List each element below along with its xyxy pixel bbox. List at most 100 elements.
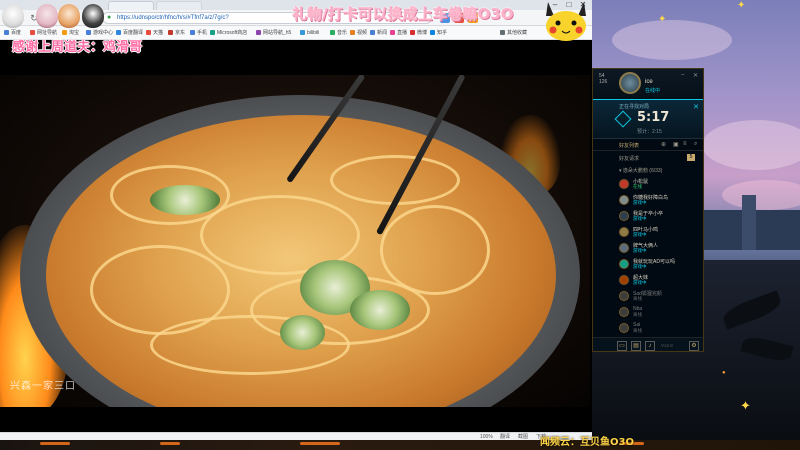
friend-item[interactable]: 我就玩玩AD可以吗 游戏中: [593, 257, 703, 271]
green-onion: [150, 185, 220, 215]
friend-item[interactable]: 小松鼠 在线: [593, 177, 703, 191]
friend-avatar: [619, 195, 629, 205]
friend-item[interactable]: 超大妹 游戏中: [593, 273, 703, 287]
friend-status: 离线: [633, 296, 642, 301]
pikachu-sticker: [546, 2, 586, 41]
friend-status: 离线: [633, 328, 642, 333]
butterfly-icon: ✦: [740, 398, 751, 413]
friend-status: 游戏中: [633, 216, 647, 221]
streamer-avatars: [0, 0, 110, 32]
friend-item[interactable]: Nba 离线: [593, 305, 703, 319]
minimize-icon[interactable]: –: [681, 72, 684, 78]
avatar: [2, 4, 24, 28]
thanks-banner: 感谢上周道夫：鸡滑哥: [12, 40, 143, 55]
friend-requests[interactable]: 好友请求 5: [593, 152, 703, 164]
avatar: [82, 4, 104, 28]
noodle: [380, 205, 490, 295]
queue-label: 正在寻找对局: [619, 104, 650, 110]
bookmark-item[interactable]: 知乎: [430, 29, 447, 37]
friend-item[interactable]: 我是于卒小卒 游戏中: [593, 209, 703, 223]
profile-name: ice: [645, 79, 653, 85]
voice-icon[interactable]: ♪: [645, 341, 655, 351]
notifications-icon[interactable]: ▤: [631, 341, 641, 351]
client-footer: ▭ ▤ ♪ V12.8 ⚙: [593, 337, 703, 351]
friends-title: 好友列表: [619, 143, 640, 149]
bookmark-item[interactable]: 手机: [190, 29, 207, 37]
sort-icon[interactable]: ≡: [683, 141, 687, 147]
friend-item[interactable]: Sad狐狸完颜 离线: [593, 289, 703, 303]
friend-avatar: [619, 307, 629, 317]
ember: [40, 442, 70, 445]
level-indicator: 54 126: [599, 73, 608, 85]
friend-requests-label: 好友请求: [619, 156, 640, 162]
bookmark-item[interactable]: 微博: [410, 29, 427, 37]
status-bar: 100% 翻译 截图 下载: [0, 432, 592, 440]
browser-tab[interactable]: [156, 1, 202, 10]
avatar: [36, 4, 58, 28]
streamer-id-banner: 闻频云：互贝鱼O3O: [540, 437, 634, 448]
friend-status: 游戏中: [633, 248, 647, 253]
add-friend-icon[interactable]: ⊕: [661, 141, 666, 148]
profile-header: 54 126 ice 在线中 – ✕: [593, 69, 703, 99]
video-watermark: 兴森一家三口: [10, 381, 76, 392]
friend-avatar: [619, 179, 629, 189]
profile-avatar[interactable]: [619, 72, 641, 94]
client-version: V12.8: [661, 343, 673, 348]
bookmark-item[interactable]: 网站导航_h5: [256, 29, 291, 37]
green-onion: [280, 315, 325, 350]
queue-icon: [614, 110, 632, 128]
cloud: [702, 120, 800, 170]
settings-icon[interactable]: ⚙: [689, 341, 699, 351]
friend-group-label: ▾ 逸朵大鹏勃 (6/33): [619, 168, 663, 174]
friend-item[interactable]: 你糖我好障白鸟 游戏中: [593, 193, 703, 207]
friend-avatar: [619, 275, 629, 285]
lol-friends-panel: 54 126 ice 在线中 – ✕ 正在寻找对局 ✕ 5:17 预计：2:15 …: [592, 68, 704, 352]
queue-timer: 5:17: [637, 110, 670, 125]
bookmark-item[interactable]: 视频: [350, 29, 367, 37]
bookmark-item[interactable]: 天猫: [146, 29, 163, 37]
browser-window: – □ ✕ ‹ › ↻ ⌂ ● https://udnspo/ctr/hfnc/…: [0, 0, 592, 450]
url-text: https://udnspo/ctr/hfnc/h/s/#Tfnf7a/z/7g…: [117, 15, 229, 21]
friend-item[interactable]: Sai 离线: [593, 321, 703, 335]
butterfly-icon: ✦: [658, 14, 667, 25]
friend-status: 游戏中: [633, 264, 647, 269]
add-folder-icon[interactable]: ▣: [673, 141, 679, 148]
page-background: [0, 407, 592, 432]
browser-tab[interactable]: [108, 1, 154, 10]
butterfly-icon: ✦: [737, 0, 746, 11]
friend-avatar: [619, 211, 629, 221]
friend-group[interactable]: ▾ 逸朵大鹏勃 (6/33): [593, 165, 703, 175]
chat-icon[interactable]: ▭: [617, 341, 627, 351]
bookmark-item[interactable]: 直播: [390, 29, 407, 37]
search-icon[interactable]: ⌕: [694, 141, 697, 148]
friend-status: 游戏中: [633, 200, 647, 205]
profile-status[interactable]: 在线中: [645, 87, 660, 94]
bookmark-item[interactable]: Microsoft商店: [210, 29, 247, 37]
friend-status: 游戏中: [633, 280, 647, 285]
queue-status: 正在寻找对局 ✕ 5:17 预计：2:15: [593, 99, 703, 139]
friend-item[interactable]: 四叶马小鸣 游戏中: [593, 225, 703, 239]
friend-status: 离线: [633, 312, 642, 317]
video-player[interactable]: 兴森一家三口: [0, 75, 590, 407]
bookmark-item[interactable]: 新闻: [370, 29, 387, 37]
gift-banner: 礼物/打卡可以换成上车卷嘛O3O: [292, 5, 514, 23]
cloud: [722, 180, 800, 210]
bookmark-item[interactable]: 其他收藏: [500, 29, 527, 37]
ember: ●: [722, 370, 726, 376]
stream-bottom-bar: [0, 440, 800, 450]
avatar: [58, 4, 80, 28]
green-onion: [350, 290, 410, 330]
bookmark-item[interactable]: 音乐: [330, 29, 347, 37]
bookmark-item[interactable]: bilibili: [300, 29, 319, 37]
close-icon[interactable]: ✕: [693, 72, 698, 79]
bookmark-item[interactable]: 京东: [168, 29, 185, 37]
friend-item[interactable]: 牌气大俩人 游戏中: [593, 241, 703, 255]
cloud: [612, 20, 732, 60]
friend-avatar: [619, 243, 629, 253]
friend-status: 游戏中: [633, 232, 647, 237]
cancel-queue-icon[interactable]: ✕: [693, 103, 699, 111]
friend-avatar: [619, 259, 629, 269]
ember: [300, 442, 340, 445]
friend-avatar: [619, 291, 629, 301]
friend-avatar: [619, 227, 629, 237]
